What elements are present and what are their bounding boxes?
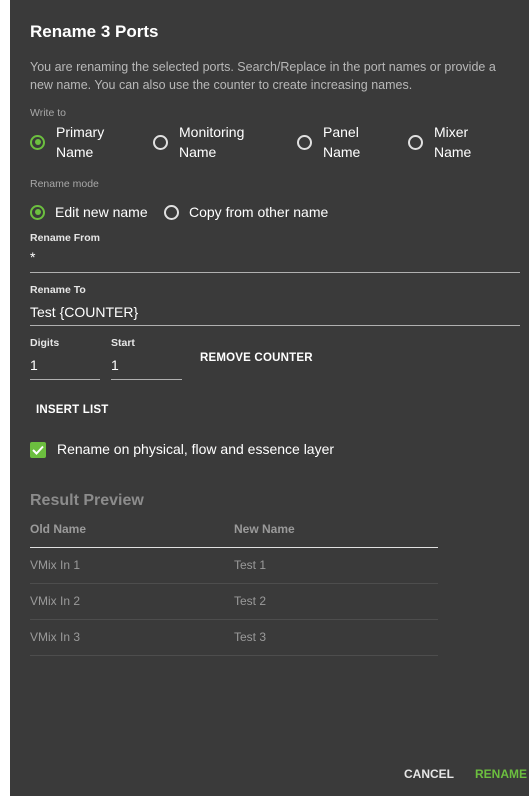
radio-label-line2: Name <box>323 144 361 160</box>
dialog-title: Rename 3 Ports <box>30 22 159 41</box>
rename-from-label: Rename From <box>30 232 101 244</box>
cell-old-name: VMix In 2 <box>30 594 81 608</box>
cancel-button[interactable]: CANCEL <box>404 767 454 781</box>
table-row: VMix In 3 Test 3 <box>30 620 438 656</box>
rename-from-value: * <box>30 249 36 265</box>
radio-checked-icon <box>30 204 45 220</box>
radio-unchecked-icon <box>297 134 312 150</box>
rename-to-label: Rename To <box>30 284 86 296</box>
table-row: VMix In 2 Test 2 <box>30 584 438 620</box>
radio-primary-name[interactable]: Primary Name <box>30 122 104 162</box>
radio-checked-icon <box>30 134 45 150</box>
layer-checkbox[interactable] <box>30 442 46 458</box>
write-to-label: Write to <box>30 107 66 119</box>
radio-unchecked-icon <box>153 134 168 150</box>
result-preview-table: Old Name New Name VMix In 1 Test 1 VMix … <box>30 520 438 656</box>
rename-button[interactable]: RENAME <box>475 767 527 781</box>
result-preview-title: Result Preview <box>30 492 144 509</box>
column-header-old-name: Old Name <box>30 522 87 536</box>
start-value: 1 <box>111 357 119 373</box>
digits-input[interactable]: 1 <box>30 355 100 380</box>
rename-ports-dialog: Rename 3 Ports You are renaming the sele… <box>10 0 529 796</box>
checkmark-icon <box>32 445 44 455</box>
radio-label: Edit new name <box>55 204 148 220</box>
cell-new-name: Test 2 <box>234 594 267 608</box>
radio-unchecked-icon <box>408 134 423 150</box>
radio-label-line1: Panel <box>323 124 359 140</box>
radio-label-line2: Name <box>56 144 94 160</box>
cell-old-name: VMix In 3 <box>30 630 81 644</box>
radio-unchecked-icon <box>164 204 179 220</box>
table-header: Old Name New Name <box>30 520 438 548</box>
table-row: VMix In 1 Test 1 <box>30 548 438 584</box>
radio-label-line2: Name <box>434 144 472 160</box>
layer-checkbox-label: Rename on physical, flow and essence lay… <box>57 441 335 457</box>
radio-monitoring-name[interactable]: Monitoring Name <box>153 122 244 162</box>
radio-label-line1: Primary <box>56 124 105 140</box>
radio-panel-name[interactable]: Panel Name <box>297 122 360 162</box>
cell-new-name: Test 1 <box>234 558 267 572</box>
rename-from-input[interactable]: * <box>30 248 520 273</box>
digits-value: 1 <box>30 357 38 373</box>
start-label: Start <box>111 337 135 349</box>
radio-label-line1: Mixer <box>434 124 469 140</box>
dialog-description: You are renaming the selected ports. Sea… <box>30 60 496 92</box>
digits-label: Digits <box>30 337 60 349</box>
radio-label: Copy from other name <box>189 204 329 220</box>
radio-label-line2: Name <box>179 144 217 160</box>
start-input[interactable]: 1 <box>111 355 182 380</box>
insert-list-button[interactable]: INSERT LIST <box>36 404 108 416</box>
rename-mode-label: Rename mode <box>30 178 99 190</box>
radio-edit-new-name[interactable]: Edit new name <box>30 202 148 222</box>
column-header-new-name: New Name <box>234 522 295 536</box>
cell-old-name: VMix In 1 <box>30 558 81 572</box>
radio-mixer-name[interactable]: Mixer Name <box>408 122 471 162</box>
radio-label-line1: Monitoring <box>179 124 245 140</box>
rename-to-input[interactable]: Test {COUNTER} <box>30 302 520 326</box>
rename-to-value: Test {COUNTER} <box>30 304 139 320</box>
cell-new-name: Test 3 <box>234 630 267 644</box>
radio-copy-from-other-name[interactable]: Copy from other name <box>164 202 328 222</box>
remove-counter-button[interactable]: REMOVE COUNTER <box>200 352 313 364</box>
